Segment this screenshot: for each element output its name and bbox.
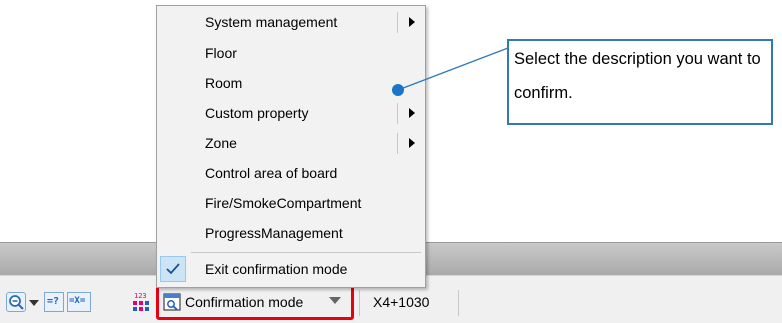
clear-icon: =X= — [69, 296, 86, 306]
submenu-arrow-icon — [409, 17, 415, 27]
numbering-button[interactable]: 123 — [130, 292, 152, 312]
query-icon: =? — [47, 296, 60, 307]
menu-item-label: ProgressManagement — [205, 225, 343, 241]
submenu-separator — [397, 12, 398, 33]
confirmation-mode-label: Confirmation mode — [185, 294, 304, 310]
menu-item-zone[interactable]: Zone — [157, 129, 425, 158]
menu-item-system-management[interactable]: System management — [157, 8, 425, 37]
zoom-icon — [9, 295, 24, 310]
submenu-separator — [397, 103, 398, 124]
menu-item-label: Room — [205, 75, 243, 91]
submenu-arrow-icon — [409, 108, 415, 118]
submenu-arrow-icon — [409, 138, 415, 148]
confirmation-mode-chevron-down-icon[interactable] — [329, 297, 341, 304]
coordinate-readout: X4+1030 — [373, 294, 430, 310]
numbering-icon: 123 — [134, 292, 147, 300]
callout-text: Select the description you want to confi… — [514, 50, 761, 102]
menu-item-custom-property[interactable]: Custom property — [157, 99, 425, 128]
menu-item-control-area-of-board[interactable]: Control area of board — [157, 159, 425, 188]
confirmation-context-menu: System management Floor Room Custom prop… — [156, 5, 426, 288]
menu-item-floor[interactable]: Floor — [157, 39, 425, 68]
menu-item-label: Zone — [205, 135, 237, 151]
menu-item-label: Floor — [205, 45, 237, 61]
toolbar-divider — [458, 290, 459, 316]
menu-item-room[interactable]: Room — [157, 69, 425, 98]
menu-item-fire-smoke-compartment[interactable]: Fire/SmokeCompartment — [157, 189, 425, 218]
menu-item-label: System management — [205, 14, 338, 30]
menu-item-label: Control area of board — [205, 165, 338, 181]
menu-item-label: Custom property — [205, 105, 309, 121]
submenu-separator — [397, 133, 398, 154]
clear-button[interactable]: =X= — [67, 292, 91, 312]
menu-separator — [191, 252, 421, 253]
toolbar-divider — [359, 290, 360, 316]
confirmation-mode-icon — [163, 293, 181, 311]
zoom-dropdown-arrow[interactable] — [29, 300, 39, 306]
checkmark-icon — [166, 263, 180, 275]
menu-item-exit-confirmation-mode[interactable]: Exit confirmation mode — [157, 255, 425, 284]
checkmark-box — [160, 256, 186, 282]
menu-item-label: Fire/SmokeCompartment — [205, 195, 362, 211]
zoom-button[interactable] — [6, 292, 26, 312]
menu-item-progress-management[interactable]: ProgressManagement — [157, 219, 425, 248]
numbering-grid-icon — [133, 301, 149, 311]
menu-item-label: Exit confirmation mode — [205, 261, 348, 277]
query-button[interactable]: =? — [44, 292, 64, 312]
